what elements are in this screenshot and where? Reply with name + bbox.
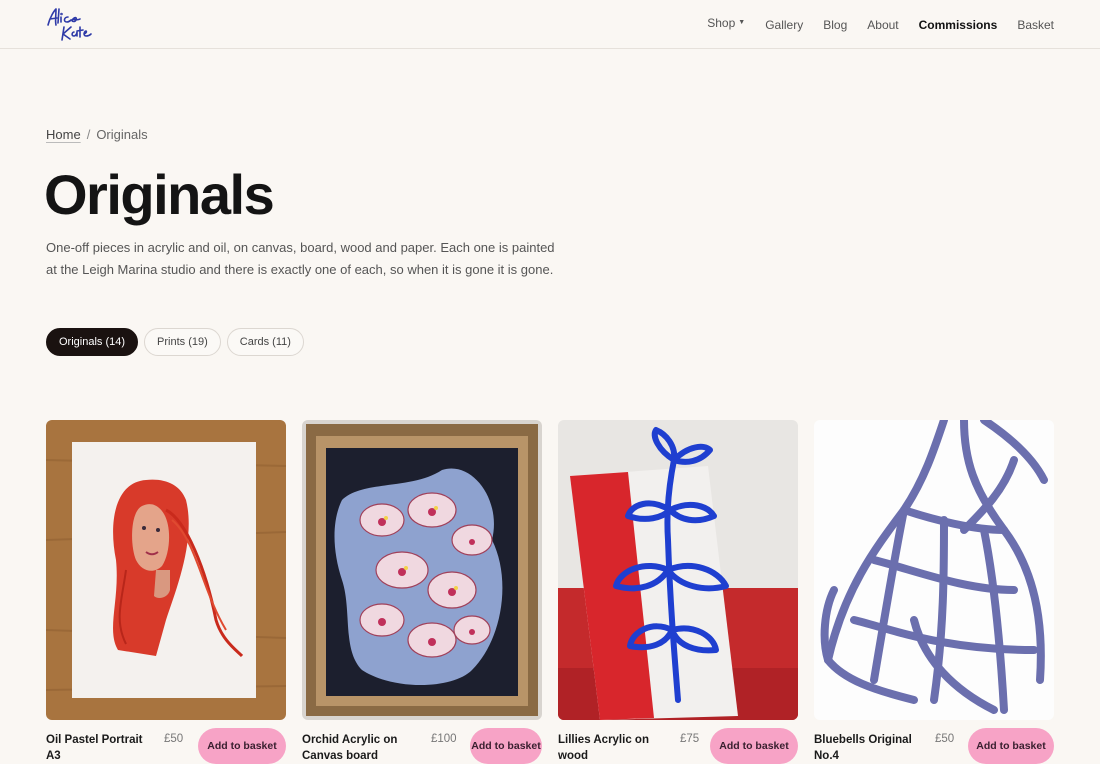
product-image[interactable] [558, 420, 798, 720]
product-footer: Oil Pastel Portrait A3 £50 Add to basket [46, 728, 286, 764]
filter-originals[interactable]: Originals (14) [46, 328, 139, 356]
product-price: £50 [164, 733, 184, 745]
product-card: Oil Pastel Portrait A3 £50 Add to basket [46, 420, 286, 764]
main-nav: Shop ▼ Gallery Blog About Commissions Ba… [687, 0, 1054, 49]
product-image[interactable] [814, 420, 1054, 720]
chevron-down-icon: ▼ [738, 19, 746, 26]
filter-cards[interactable]: Cards (11) [226, 328, 304, 356]
nav-blog[interactable]: Blog [823, 18, 847, 32]
product-card: Bluebells Original No.4 £50 Add to baske… [814, 420, 1054, 764]
breadcrumb: Home / Originals [46, 127, 148, 142]
product-footer: Lillies Acrylic on wood £75 Add to baske… [558, 728, 798, 764]
breadcrumb-home[interactable]: Home [46, 127, 81, 142]
category-filters: Originals (14) Prints (19) Cards (11) [46, 328, 304, 356]
filter-prints[interactable]: Prints (19) [144, 328, 221, 356]
nav-shop-label: Shop [707, 15, 736, 30]
product-footer: Bluebells Original No.4 £50 Add to baske… [814, 728, 1054, 764]
nav-basket[interactable]: Basket [1017, 18, 1054, 32]
product-name[interactable]: Orchid Acrylic on Canvas board [302, 732, 412, 764]
product-name[interactable]: Lillies Acrylic on wood [558, 732, 668, 764]
breadcrumb-current: Originals [96, 127, 148, 142]
product-price: £50 [935, 733, 955, 745]
product-price: £100 [431, 733, 457, 745]
add-to-basket-button[interactable]: Add to basket [198, 728, 286, 764]
add-to-basket-button[interactable]: Add to basket [470, 728, 542, 764]
product-card: Lillies Acrylic on wood £75 Add to baske… [558, 420, 798, 764]
page-intro: One-off pieces in acrylic and oil, on ca… [46, 240, 555, 277]
product-name[interactable]: Oil Pastel Portrait A3 [46, 732, 156, 764]
product-grid: Oil Pastel Portrait A3 £50 Add to basket [46, 420, 1054, 764]
product-name[interactable]: Bluebells Original No.4 [814, 732, 924, 764]
product-price: £75 [680, 733, 700, 745]
nav-about[interactable]: About [867, 18, 898, 32]
nav-commissions[interactable]: Commissions [919, 18, 998, 32]
add-to-basket-button[interactable]: Add to basket [968, 728, 1054, 764]
alice-kate-logo[interactable] [44, 5, 94, 43]
nav-gallery[interactable]: Gallery [765, 18, 803, 32]
nav-shop[interactable]: Shop ▼ [707, 16, 745, 30]
product-image[interactable] [46, 420, 286, 720]
product-image[interactable] [302, 420, 542, 720]
add-to-basket-button[interactable]: Add to basket [710, 728, 798, 764]
product-card: Orchid Acrylic on Canvas board £100 Add … [302, 420, 542, 764]
site-header: Shop ▼ Gallery Blog About Commissions Ba… [0, 0, 1100, 49]
product-footer: Orchid Acrylic on Canvas board £100 Add … [302, 728, 542, 764]
breadcrumb-separator: / [86, 127, 91, 142]
page-title: Originals [44, 163, 275, 226]
